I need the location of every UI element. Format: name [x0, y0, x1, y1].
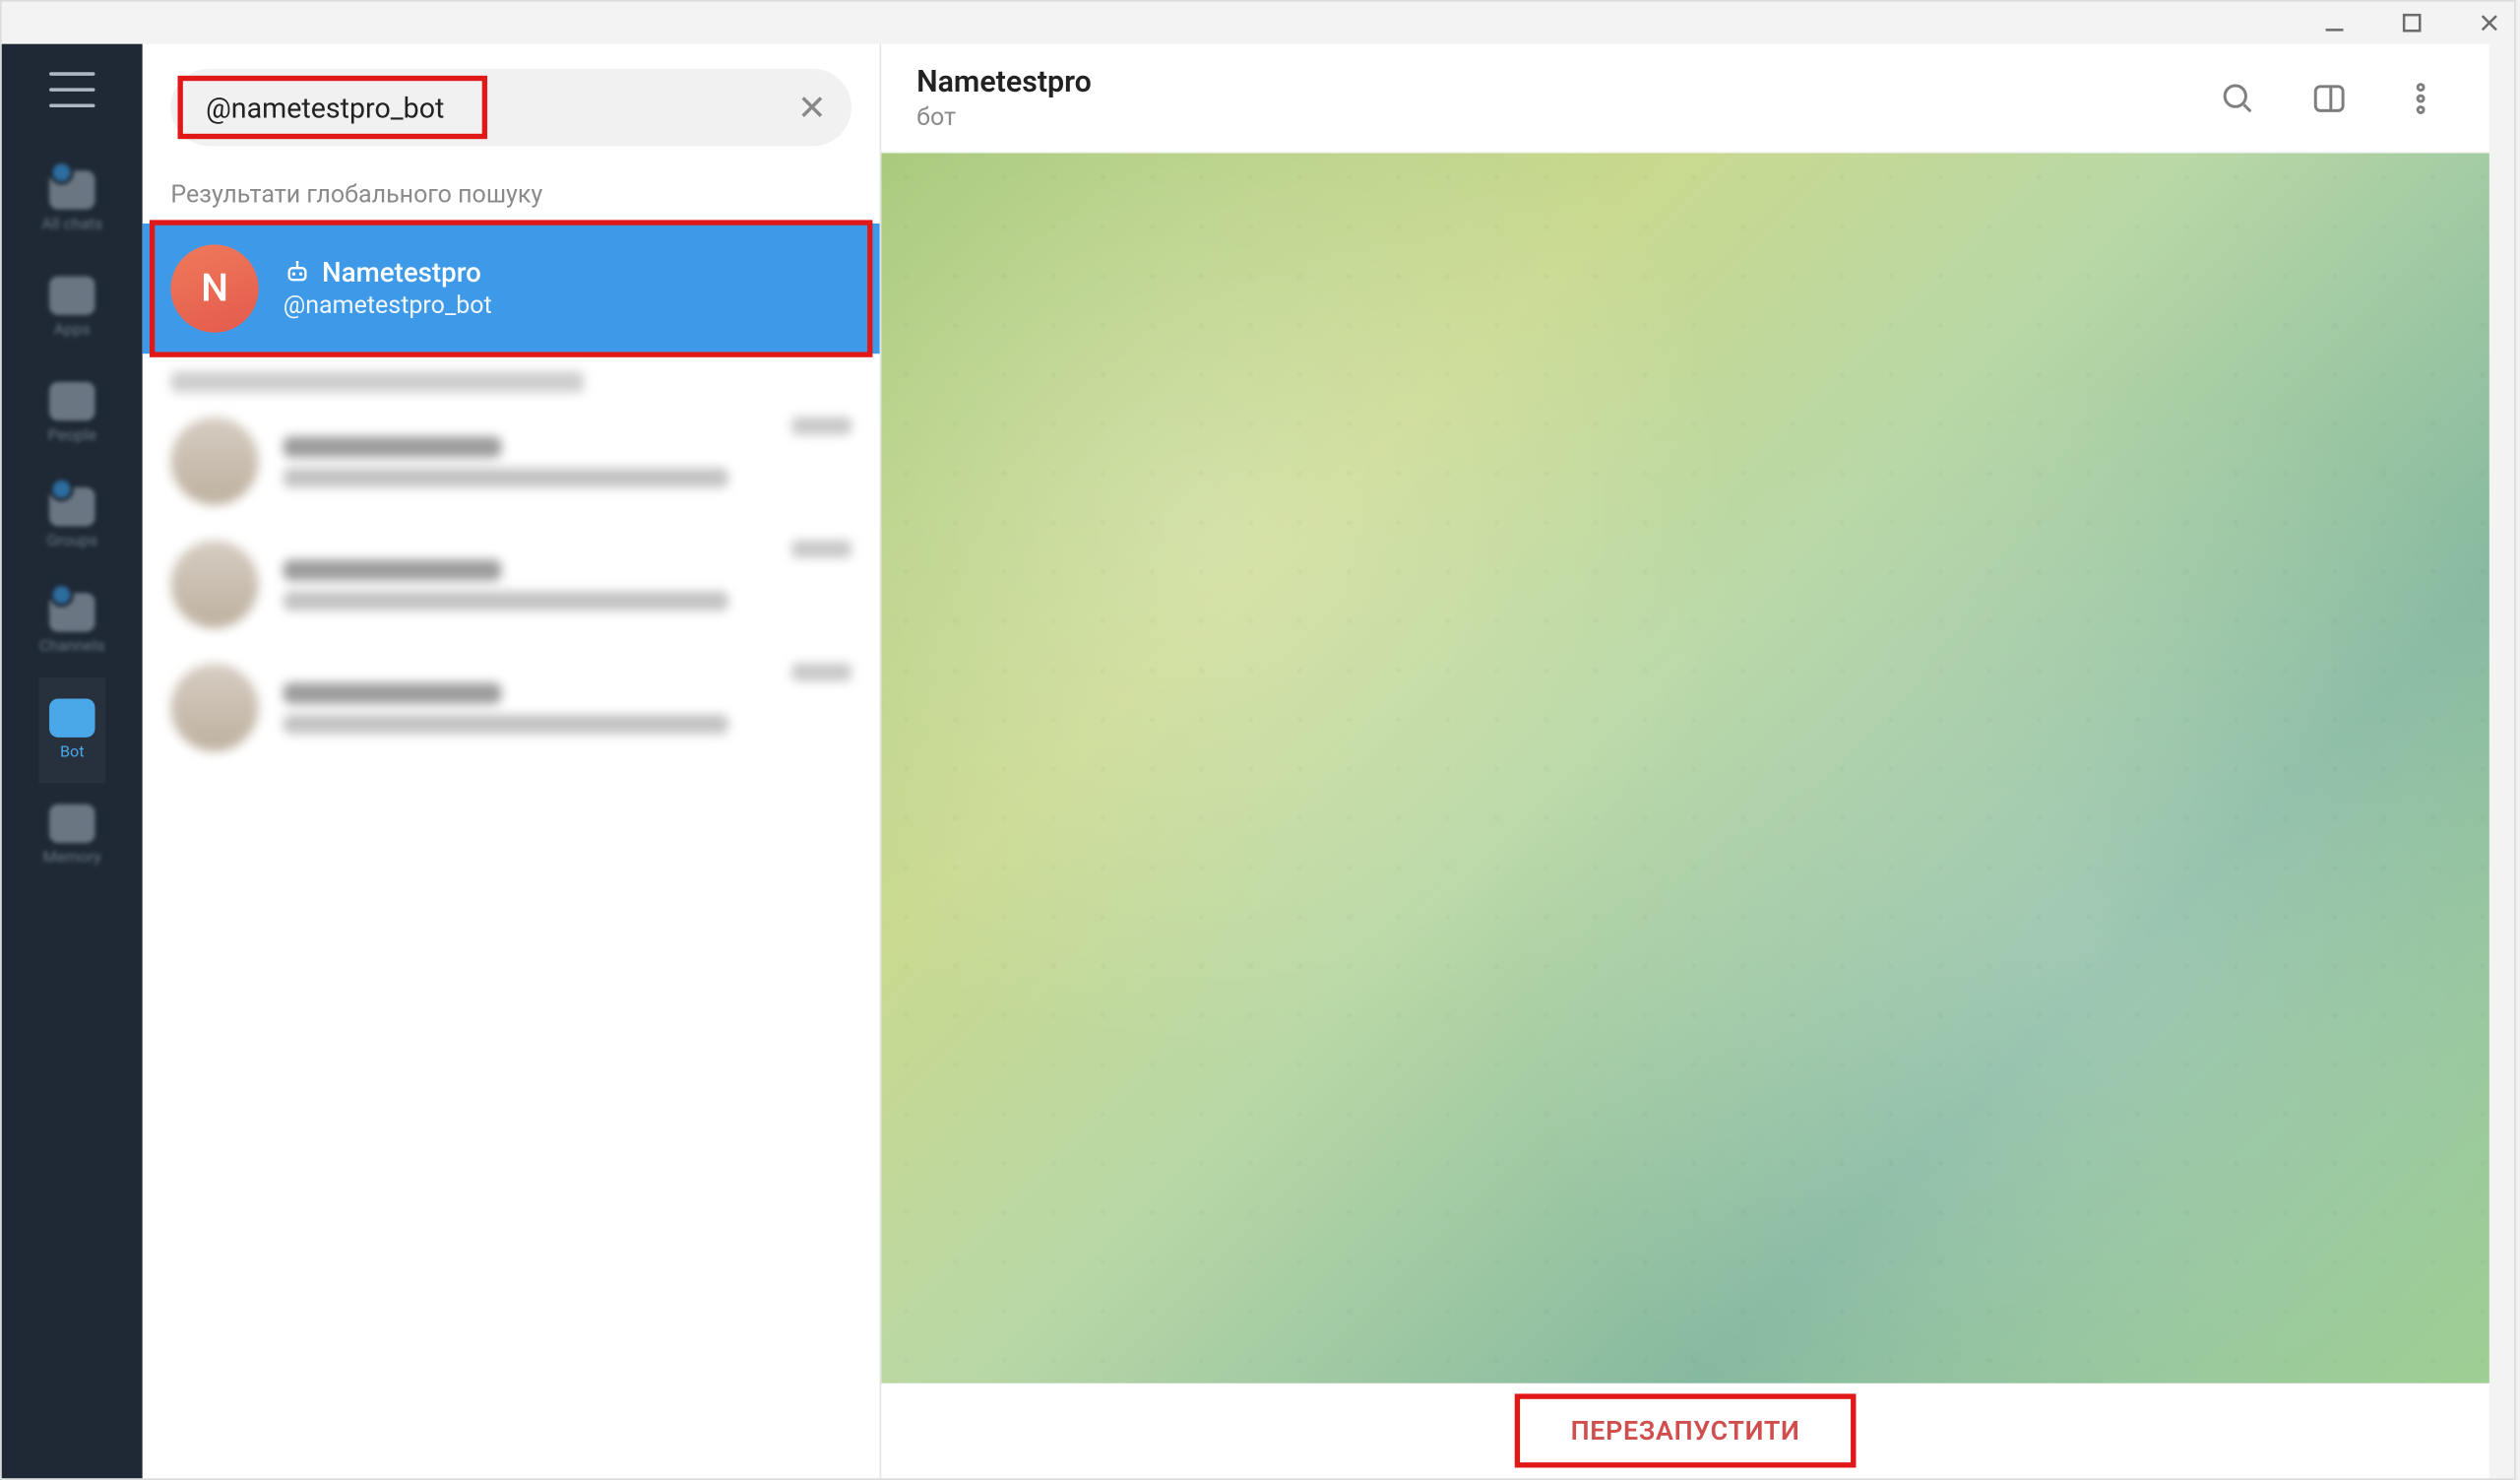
- window-maximize-button[interactable]: [2398, 9, 2426, 37]
- folder-label: Bot: [60, 744, 84, 762]
- chat-background: [881, 153, 2488, 1383]
- folder-label: Apps: [54, 322, 91, 340]
- chat-footer: ПЕРЕЗАПУСТИТИ: [881, 1383, 2488, 1479]
- folder-navbar: All chats Apps People Groups Channels Bot Memo…: [2, 44, 143, 1479]
- chat-title: Nametestpro: [916, 64, 1092, 99]
- nav-folder-item[interactable]: All chats: [39, 150, 105, 255]
- result-title: Nametestpro: [322, 257, 481, 289]
- hamburger-menu-button[interactable]: [49, 72, 94, 107]
- folder-label: Groups: [46, 534, 97, 551]
- side-panel-icon[interactable]: [2296, 64, 2362, 131]
- chat-subtitle: бот: [916, 103, 1092, 132]
- folder-icon: [49, 804, 94, 843]
- unread-badge: [48, 477, 73, 501]
- window-titlebar: [2, 2, 2514, 44]
- global-results-label: Результати глобального пошуку: [143, 170, 880, 224]
- search-input[interactable]: [203, 89, 775, 126]
- blurred-content: [170, 371, 583, 392]
- nav-folder-item[interactable]: Apps: [39, 255, 105, 360]
- folder-icon: [49, 382, 94, 420]
- nav-folder-item[interactable]: Memory: [39, 783, 105, 888]
- blurred-content: [143, 400, 880, 523]
- folder-icon: [49, 277, 94, 315]
- bot-badge-icon: [284, 259, 312, 288]
- blurred-content: [143, 646, 880, 769]
- window-close-button[interactable]: [2476, 9, 2504, 37]
- window-minimize-button[interactable]: [2320, 9, 2349, 37]
- result-username: @nametestpro_bot: [284, 292, 492, 321]
- unread-badge: [48, 161, 73, 185]
- nav-folder-item[interactable]: People: [39, 360, 105, 466]
- blurred-content: [143, 523, 880, 646]
- folder-label: People: [48, 427, 96, 445]
- search-result-item[interactable]: N Nametestpro @nametestpro_bot: [143, 224, 880, 354]
- restart-bot-button[interactable]: ПЕРЕЗАПУСТИТИ: [1518, 1397, 1853, 1464]
- nav-folder-item[interactable]: Channels: [39, 572, 105, 677]
- folder-label: Memory: [43, 850, 101, 868]
- scrollbar-track[interactable]: [2489, 44, 2514, 1479]
- chat-header[interactable]: Nametestpro бот: [881, 44, 2488, 154]
- more-options-icon[interactable]: [2387, 64, 2454, 131]
- folder-label: Channels: [39, 639, 105, 657]
- unread-badge: [48, 583, 73, 608]
- chat-panel: Nametestpro бот ПЕРЕЗАПУСТИТИ: [881, 44, 2488, 1479]
- nav-folder-item[interactable]: Groups: [39, 467, 105, 572]
- folder-icon: [49, 699, 94, 738]
- avatar: N: [170, 244, 258, 332]
- search-field[interactable]: ✕: [170, 69, 851, 147]
- chat-list-panel: ✕ Результати глобального пошуку N Namete…: [143, 44, 882, 1479]
- clear-search-icon[interactable]: ✕: [797, 90, 827, 125]
- folder-label: All chats: [41, 217, 102, 234]
- search-icon[interactable]: [2204, 64, 2271, 131]
- nav-folder-item[interactable]: Bot: [39, 677, 105, 783]
